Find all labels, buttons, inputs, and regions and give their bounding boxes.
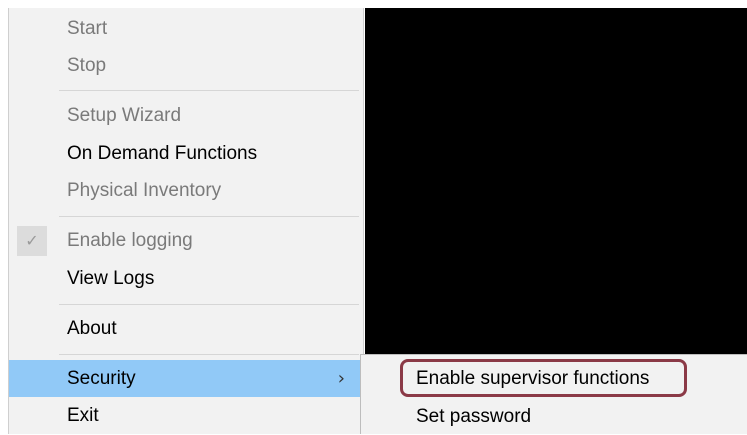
- menu-item-label: Exit: [67, 405, 99, 426]
- security-submenu: Enable supervisor functions Set password: [360, 354, 747, 434]
- checkmark-icon: ✓: [25, 231, 39, 250]
- submenu-item-enable-supervisor-functions[interactable]: Enable supervisor functions: [361, 360, 747, 397]
- menu-item-on-demand-functions[interactable]: On Demand Functions: [9, 135, 363, 172]
- menu-separator: [59, 304, 359, 305]
- menu-item-label: View Logs: [67, 268, 155, 289]
- context-menu: Start Stop Setup Wizard On Demand Functi…: [8, 8, 364, 434]
- menu-separator: [59, 354, 359, 355]
- menu-item-enable-logging[interactable]: ✓ Enable logging: [9, 222, 363, 259]
- menu-item-physical-inventory[interactable]: Physical Inventory: [9, 172, 363, 209]
- menu-item-setup-wizard[interactable]: Setup Wizard: [9, 97, 363, 134]
- background-window: [365, 8, 747, 356]
- menu-item-label: About: [67, 318, 117, 339]
- menu-item-label: On Demand Functions: [67, 143, 258, 164]
- menu-item-label: Stop: [67, 55, 107, 76]
- chevron-right-icon: ›: [337, 368, 345, 389]
- menu-item-label: Security: [67, 368, 136, 389]
- menu-item-stop[interactable]: Stop: [9, 47, 363, 84]
- menu-item-label: Setup Wizard: [67, 105, 182, 126]
- menu-item-view-logs[interactable]: View Logs: [9, 260, 363, 297]
- menu-separator: [59, 216, 359, 217]
- menu-item-exit[interactable]: Exit: [9, 397, 363, 434]
- menu-item-label: Enable supervisor functions: [416, 368, 650, 389]
- menu-item-label: Set password: [416, 406, 532, 427]
- menu-item-about[interactable]: About: [9, 310, 363, 347]
- menu-item-label: Physical Inventory: [67, 180, 222, 201]
- menu-item-label: Start: [67, 18, 108, 39]
- submenu-item-set-password[interactable]: Set password: [361, 398, 747, 435]
- menu-item-label: Enable logging: [67, 230, 193, 251]
- menu-item-security[interactable]: Security ›: [9, 360, 363, 397]
- menu-item-start[interactable]: Start: [9, 10, 363, 47]
- menu-separator: [59, 90, 359, 91]
